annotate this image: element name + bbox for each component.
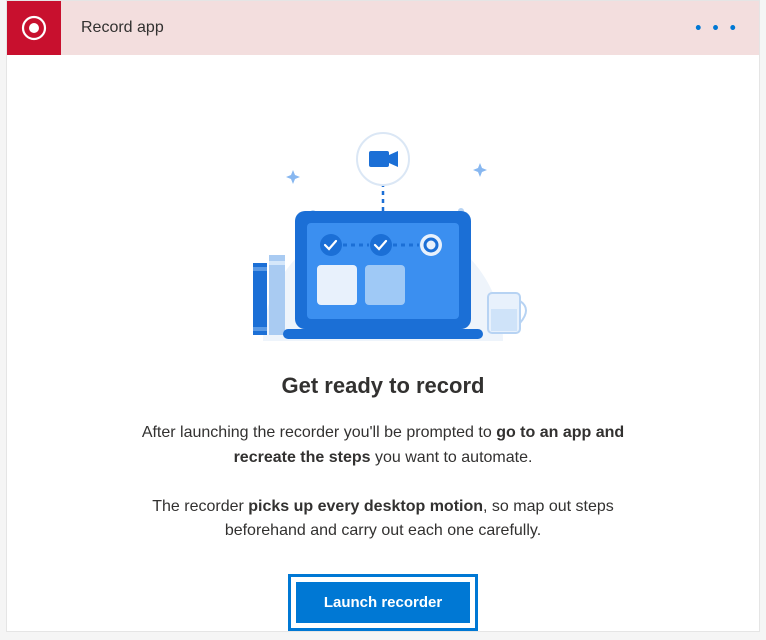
text-bold: picks up every desktop motion (248, 498, 483, 515)
more-options-button[interactable]: • • • (695, 18, 739, 39)
record-app-panel: Record app • • • (6, 0, 760, 632)
panel-title: Record app (81, 19, 164, 37)
recorder-illustration (213, 103, 553, 353)
text-segment: The recorder (152, 498, 248, 515)
instruction-paragraph-1: After launching the recorder you'll be p… (113, 421, 653, 471)
content-heading: Get ready to record (7, 373, 759, 399)
text-segment: After launching the recorder you'll be p… (142, 424, 496, 441)
record-icon (7, 1, 61, 55)
panel-header: Record app • • • (7, 1, 759, 55)
launch-button-highlight: Launch recorder (288, 574, 478, 631)
text-segment: you want to automate. (371, 449, 533, 466)
launch-recorder-button[interactable]: Launch recorder (296, 582, 470, 623)
panel-content: Get ready to record After launching the … (7, 55, 759, 631)
instruction-paragraph-2: The recorder picks up every desktop moti… (113, 495, 653, 545)
